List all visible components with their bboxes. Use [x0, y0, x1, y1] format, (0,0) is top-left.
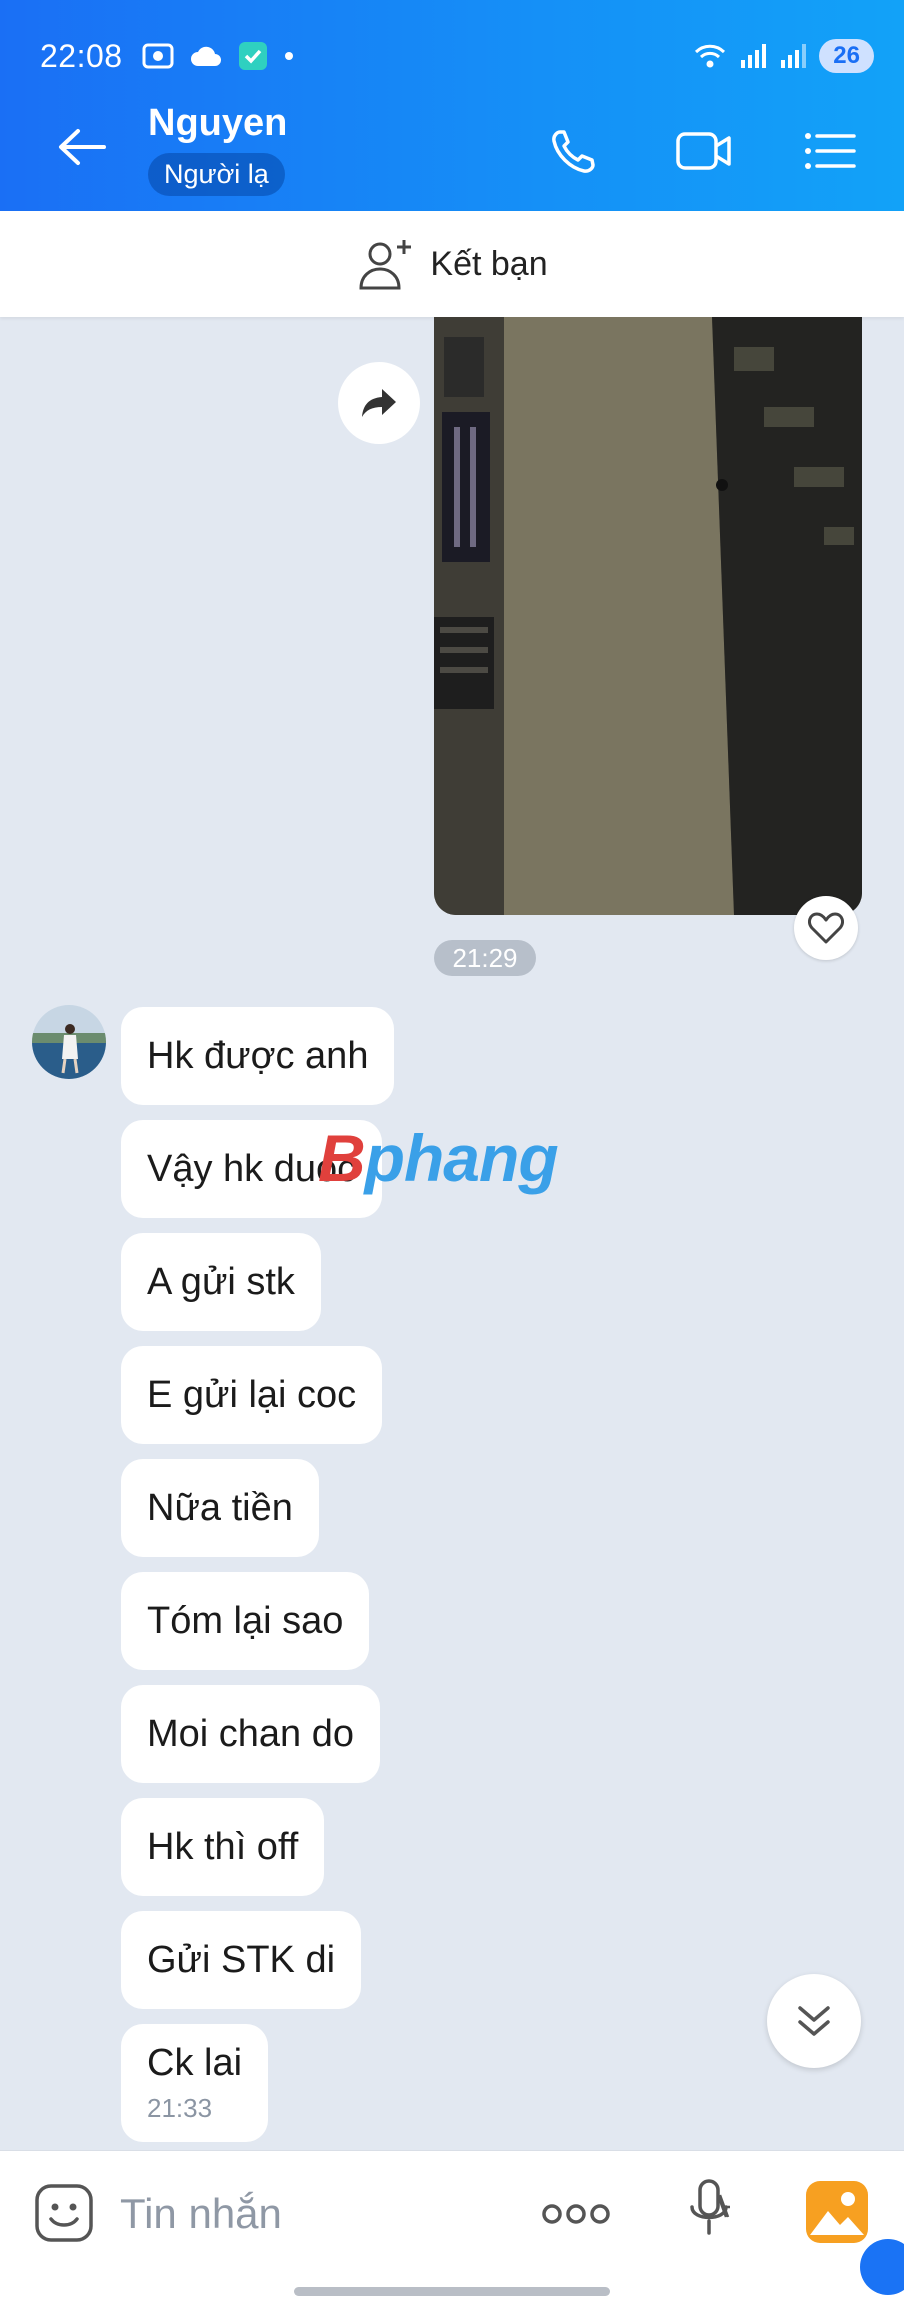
- message-bubble[interactable]: A gửi stk: [121, 1233, 321, 1331]
- status-icons-left: [141, 40, 295, 72]
- message-bubble[interactable]: Gửi STK di: [121, 1911, 362, 2009]
- forward-button[interactable]: [338, 362, 420, 444]
- contact-name: Nguyen: [148, 102, 288, 144]
- gallery-icon[interactable]: [804, 2179, 870, 2245]
- emoji-icon[interactable]: [34, 2183, 94, 2243]
- message-bubble-last[interactable]: Ck lai 21:33: [121, 2024, 269, 2142]
- building-photo: [434, 317, 862, 915]
- watermark-rest: phang: [364, 1121, 559, 1195]
- add-friend-bar[interactable]: Kết bạn: [0, 211, 904, 317]
- message-bubble[interactable]: Nữa tiền: [121, 1459, 319, 1557]
- heart-icon: [808, 912, 844, 944]
- battery-badge: 26: [819, 39, 874, 73]
- contact-title-block[interactable]: Nguyen Người lạ: [148, 102, 287, 196]
- avatar-image: [32, 1005, 106, 1079]
- add-friend-icon: [359, 240, 412, 290]
- forward-icon: [362, 389, 396, 417]
- message-bubble[interactable]: Tóm lại sao: [121, 1572, 370, 1670]
- message-composer: [0, 2150, 904, 2316]
- signal-icon-1: [741, 44, 767, 68]
- media-time: 21:29: [434, 940, 536, 976]
- message-time: 21:33: [147, 2093, 213, 2123]
- status-bar: 22:08 26: [40, 30, 874, 82]
- avatar[interactable]: [32, 1005, 106, 1079]
- message-input[interactable]: [120, 2181, 440, 2247]
- more-dots-icon[interactable]: [540, 2189, 612, 2239]
- cloud-icon: [190, 46, 221, 66]
- react-heart-button[interactable]: [794, 896, 858, 960]
- message-bubble[interactable]: E gửi lại coc: [121, 1346, 383, 1444]
- stranger-badge: Người lạ: [148, 153, 285, 196]
- scroll-down-button[interactable]: [767, 1974, 861, 2068]
- message-text: Ck lai: [147, 2042, 243, 2084]
- message-bubble[interactable]: Moi chan do: [121, 1685, 381, 1783]
- screen-record-icon: [142, 43, 174, 69]
- media-photo[interactable]: [434, 317, 862, 915]
- scroll-down-icon: [798, 2006, 830, 2036]
- home-indicator: [294, 2287, 610, 2296]
- message-bubble[interactable]: Hk được anh: [121, 1007, 395, 1105]
- back-arrow-icon[interactable]: [52, 122, 112, 172]
- chat-header: 22:08 26 Nguyen Người lạ: [0, 0, 904, 211]
- status-time: 22:08: [40, 37, 123, 74]
- phone-icon[interactable]: [548, 126, 608, 176]
- signal-icon-2: [781, 44, 807, 68]
- floating-chat-head[interactable]: [860, 2239, 904, 2295]
- status-icons-right: 26: [693, 39, 874, 73]
- video-call-icon[interactable]: [674, 126, 734, 176]
- message-bubble[interactable]: Vậy hk duoc: [121, 1120, 383, 1218]
- dot-icon: [284, 52, 293, 60]
- mic-icon[interactable]: [684, 2177, 736, 2247]
- wifi-icon: [695, 44, 726, 68]
- menu-list-icon[interactable]: [800, 126, 860, 176]
- check-app-icon: [238, 42, 267, 70]
- message-bubble[interactable]: Hk thì off: [121, 1798, 325, 1896]
- nav-bar: Nguyen Người lạ: [0, 100, 904, 200]
- add-friend-label: Kết bạn: [430, 244, 548, 283]
